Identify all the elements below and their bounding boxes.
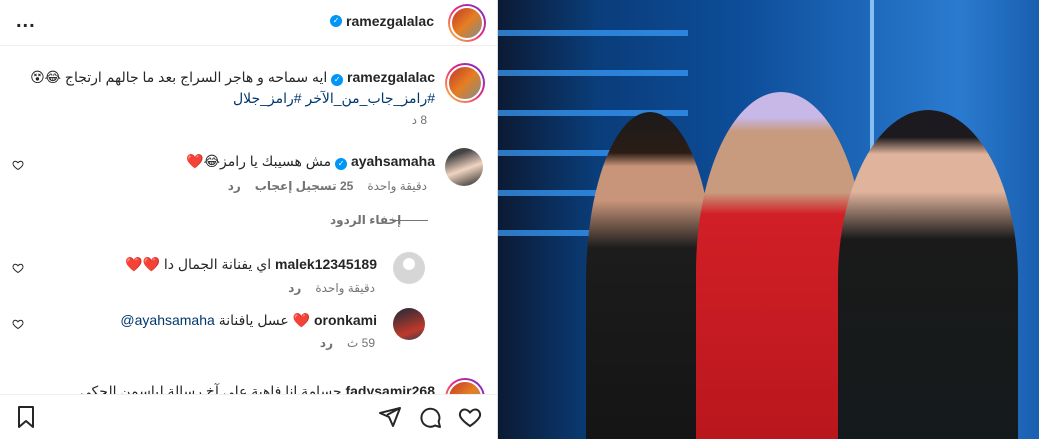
reply-avatar[interactable]	[393, 308, 425, 340]
caption-avatar[interactable]	[445, 63, 485, 103]
share-icon[interactable]	[378, 405, 402, 429]
header-user[interactable]: ✓ ramezgalalac	[330, 13, 434, 29]
caption-text: ايه سماحه و هاجر السراج بعد ما جالهم ارت…	[30, 69, 328, 85]
comment-text: مش هسيبك يا رامز😂❤️	[186, 153, 332, 169]
reply-username[interactable]: malek12345189	[275, 256, 377, 272]
background-stripe	[498, 30, 688, 36]
header-avatar[interactable]	[448, 4, 486, 42]
heart-icon[interactable]	[12, 318, 24, 330]
comment-likes[interactable]: 25 تسجيل إعجاب	[255, 179, 354, 193]
reply-meta: 59 ث رد	[320, 336, 375, 350]
caption-time[interactable]: 8 د	[412, 113, 427, 127]
verified-icon: ✓	[331, 74, 344, 86]
more-options-button[interactable]: ...	[16, 10, 36, 33]
comment: ayahsamaha ✓ مش هسيبك يا رامز😂❤️	[35, 152, 435, 170]
caption-meta: 8 د	[412, 113, 427, 127]
reply-meta: دقيقة واحدة رد	[288, 281, 375, 295]
heart-icon[interactable]	[12, 262, 24, 274]
reply-mention[interactable]: @ayahsamaha	[120, 312, 214, 328]
caption-username[interactable]: ramezgalalac	[347, 69, 435, 85]
reply-text: اي يفنانة الجمال دا ❤️❤️	[125, 256, 272, 272]
comment-username[interactable]: ayahsamaha	[351, 153, 435, 169]
reply-button[interactable]: رد	[288, 281, 301, 295]
post-header: ... ✓ ramezgalalac	[0, 0, 497, 46]
post-panel: ... ✓ ramezgalalac ramezgalalac ✓ ايه سم…	[0, 0, 498, 439]
comment-meta: دقيقة واحدة 25 تسجيل إعجاب رد	[228, 179, 427, 193]
caption-hashtags[interactable]: #رامز_جاب_من_الآخر #رامز_جلال	[15, 89, 435, 107]
heart-icon[interactable]	[458, 405, 482, 429]
comment-time[interactable]: دقيقة واحدة	[367, 179, 427, 193]
comment-icon[interactable]	[418, 405, 442, 429]
verified-icon: ✓	[330, 15, 343, 27]
reply-time[interactable]: 59 ث	[347, 336, 375, 350]
verified-icon: ✓	[335, 158, 348, 170]
heart-icon[interactable]	[12, 159, 24, 171]
action-toolbar	[0, 394, 497, 439]
header-username[interactable]: ramezgalalac	[346, 13, 434, 29]
reply-button[interactable]: رد	[228, 179, 241, 193]
reply: oronkami ❤️ عسل يافنانة @ayahsamaha	[37, 311, 377, 329]
caption: ramezgalalac ✓ ايه سماحه و هاجر السراج ب…	[15, 68, 435, 86]
post-image[interactable]	[498, 0, 1039, 439]
background-stripe	[498, 70, 688, 76]
reply-text: ❤️ عسل يافنانة	[218, 312, 311, 328]
reply-username[interactable]: oronkami	[314, 312, 377, 328]
reply-avatar[interactable]	[393, 252, 425, 284]
hide-replies-button[interactable]: إخفاء الردود	[330, 213, 401, 227]
reply-time[interactable]: دقيقة واحدة	[315, 281, 375, 295]
bookmark-icon[interactable]	[14, 405, 38, 429]
comment-avatar[interactable]	[445, 148, 483, 186]
person-right	[838, 110, 1018, 439]
person-left	[586, 112, 714, 439]
reply: malek12345189 اي يفنانة الجمال دا ❤️❤️	[37, 255, 377, 273]
reply-button[interactable]: رد	[320, 336, 333, 350]
